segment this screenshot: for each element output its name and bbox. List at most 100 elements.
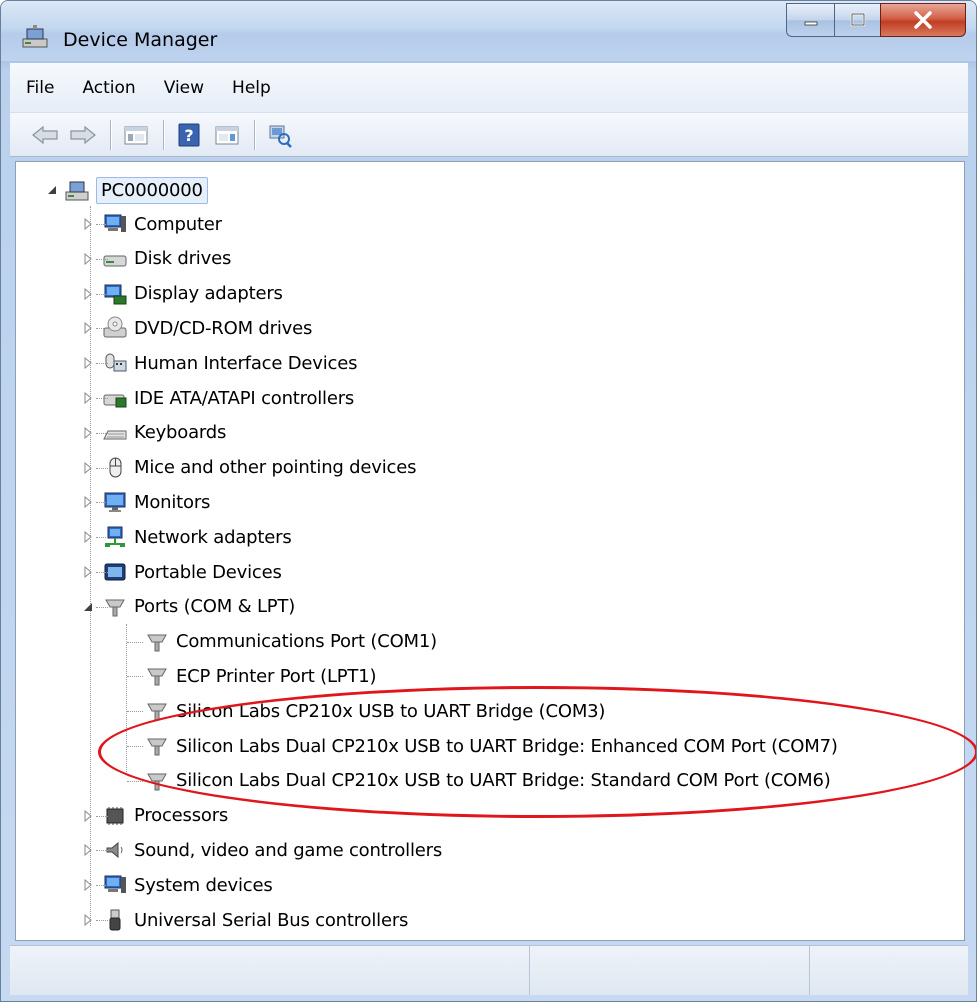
tree-category-label: Monitors (134, 491, 211, 513)
computer-network-icon (65, 181, 89, 201)
expand-arrow-icon[interactable] (82, 218, 94, 230)
tree-category[interactable]: Display adapters (82, 278, 283, 310)
expand-arrow-icon[interactable] (82, 357, 94, 370)
tree-category-label: Processors (134, 805, 229, 827)
status-bar (10, 945, 968, 995)
tree-connector (96, 224, 108, 225)
toolbar: ? (10, 113, 968, 157)
tree-connector (96, 398, 108, 399)
expand-arrow-icon[interactable] (82, 844, 94, 857)
expand-arrow-icon[interactable] (82, 809, 94, 822)
toolbar-separator (254, 119, 255, 150)
scan-hardware-button[interactable] (265, 120, 295, 150)
menu-help[interactable]: Help (220, 72, 283, 104)
tree-connector (96, 606, 108, 608)
device-manager-window: Device Manager File Action View Help ? P… (0, 0, 977, 1002)
tree-category[interactable]: Human Interface Devices (82, 347, 357, 379)
scan-hardware-icon (269, 125, 292, 148)
back-button[interactable] (30, 120, 60, 150)
tree-connector (127, 780, 143, 782)
tree-root-label: PC0000000 (96, 176, 208, 204)
close-icon (914, 11, 932, 29)
tree-port-device[interactable]: Silicon Labs Dual CP210x USB to UART Bri… (144, 730, 838, 762)
expand-arrow-icon[interactable] (82, 914, 94, 926)
expand-arrow-icon[interactable] (82, 287, 94, 300)
tree-category[interactable]: Portable Devices (82, 556, 282, 588)
tree-category[interactable]: DVD/CD-ROM drives (82, 312, 312, 344)
expand-arrow-icon[interactable] (82, 496, 94, 509)
properties-view-icon (124, 126, 148, 144)
tree-connector (96, 432, 108, 434)
tree-category-label: Network adapters (134, 526, 292, 548)
expand-arrow-icon[interactable] (82, 322, 94, 335)
status-pane-secondary (530, 946, 810, 995)
tree-connector (96, 537, 108, 539)
tree-port-device[interactable]: ECP Printer Port (LPT1) (144, 660, 377, 692)
tree-connector (96, 885, 108, 887)
status-pane-main (10, 946, 530, 995)
tree-port-label: Communications Port (COM1) (176, 631, 437, 653)
expand-arrow-icon[interactable] (82, 531, 94, 544)
tree-category-label: Sound, video and game controllers (134, 839, 443, 861)
device-tree[interactable]: PC0000000 Computer Disk drives Display ada… (15, 161, 976, 941)
forward-arrow-icon (70, 125, 96, 144)
tree-category-label: IDE ATA/ATAPI controllers (134, 387, 355, 409)
tree-connector (127, 641, 143, 643)
forward-button[interactable] (68, 120, 98, 150)
menu-file[interactable]: File (14, 72, 66, 104)
minimize-button[interactable] (786, 3, 834, 37)
details-view-button[interactable] (212, 120, 242, 150)
tree-port-label: Silicon Labs CP210x USB to UART Bridge (… (176, 700, 606, 722)
maximize-icon (850, 12, 865, 27)
expand-arrow-icon[interactable] (82, 461, 94, 474)
svg-text:?: ? (184, 126, 193, 145)
tree-connector (127, 746, 143, 747)
expand-arrow-icon[interactable] (82, 566, 94, 578)
title-bar[interactable]: Device Manager (1, 1, 976, 61)
tree-connector (96, 258, 108, 260)
tree-connector (96, 920, 108, 921)
help-button[interactable]: ? (174, 120, 204, 150)
tree-connector (96, 467, 108, 469)
tree-connector (96, 815, 108, 817)
device-manager-icon (22, 25, 48, 48)
tree-category[interactable]: Network adapters (82, 521, 292, 553)
maximize-button[interactable] (834, 3, 880, 37)
expand-arrow-icon[interactable] (82, 392, 94, 404)
tree-category[interactable]: Sound, video and game controllers (82, 834, 442, 866)
expand-arrow-icon[interactable] (82, 879, 94, 892)
properties-view-button[interactable] (121, 120, 151, 150)
tree-category-label: Disk drives (134, 248, 232, 270)
collapse-arrow-icon[interactable] (46, 184, 58, 196)
window-title: Device Manager (63, 29, 218, 51)
collapse-arrow-icon[interactable] (82, 601, 94, 613)
tree-category-label: Keyboards (134, 422, 227, 444)
tree-connector (96, 293, 108, 295)
tree-connector (96, 328, 108, 330)
tree-category-label: DVD/CD-ROM drives (134, 317, 313, 339)
tree-port-device[interactable]: Silicon Labs CP210x USB to UART Bridge (… (144, 695, 605, 727)
details-view-icon (215, 126, 239, 144)
tree-connector (127, 711, 143, 713)
tree-category[interactable]: Universal Serial Bus controllers (82, 904, 408, 936)
menu-action[interactable]: Action (70, 72, 147, 104)
minimize-icon (804, 21, 817, 26)
tree-port-device[interactable]: Communications Port (COM1) (144, 626, 437, 658)
tree-category[interactable]: Mice and other pointing devices (82, 452, 416, 484)
tree-category-label: System devices (134, 874, 273, 896)
toolbar-separator (110, 119, 111, 150)
expand-arrow-icon[interactable] (82, 426, 94, 439)
tree-category[interactable]: IDE ATA/ATAPI controllers (82, 382, 354, 414)
tree-port-label: Silicon Labs Dual CP210x USB to UART Bri… (176, 735, 838, 757)
tree-category[interactable]: System devices (82, 869, 273, 901)
close-button[interactable] (880, 3, 966, 37)
menu-view[interactable]: View (152, 72, 216, 104)
menu-bar: File Action View Help (10, 63, 968, 113)
tree-port-label: ECP Printer Port (LPT1) (176, 665, 377, 687)
tree-root[interactable]: PC0000000 (46, 174, 208, 206)
expand-arrow-icon[interactable] (82, 252, 94, 265)
help-icon: ? (178, 123, 200, 146)
tree-connector (96, 363, 108, 365)
tree-category[interactable]: Ports (COM & LPT) (82, 591, 295, 623)
tree-port-device[interactable]: Silicon Labs Dual CP210x USB to UART Bri… (144, 765, 831, 797)
